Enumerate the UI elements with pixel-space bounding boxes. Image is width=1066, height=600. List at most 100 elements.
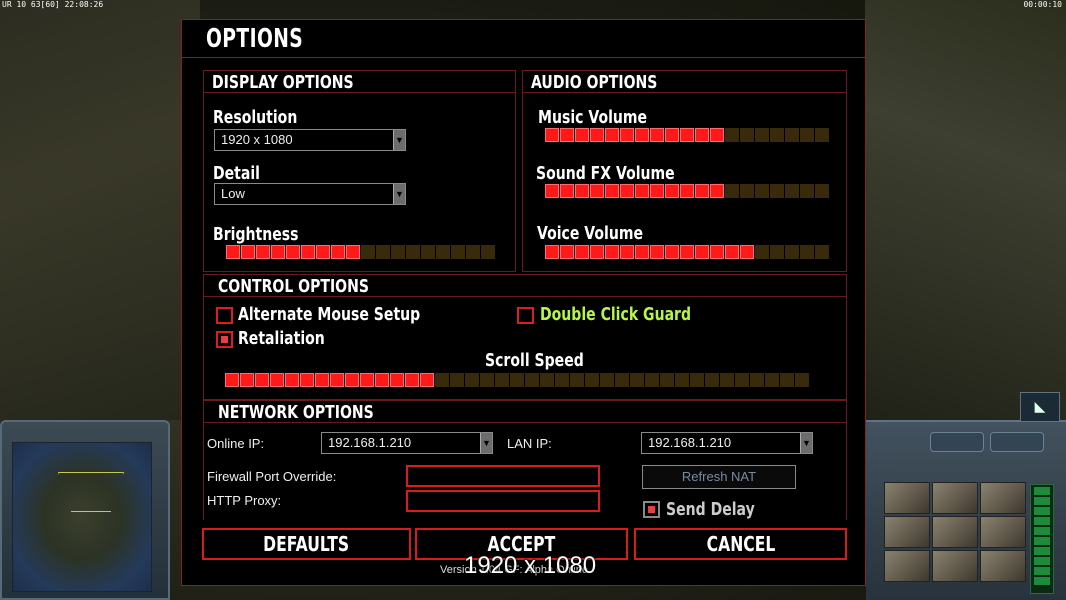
slider-segment[interactable] bbox=[405, 373, 419, 387]
slider-segment[interactable] bbox=[705, 373, 719, 387]
slider-segment[interactable] bbox=[800, 184, 814, 198]
slider-segment[interactable] bbox=[605, 128, 619, 142]
slider-segment[interactable] bbox=[301, 245, 315, 259]
slider-segment[interactable] bbox=[465, 373, 479, 387]
slider-segment[interactable] bbox=[695, 184, 709, 198]
slider-segment[interactable] bbox=[695, 128, 709, 142]
slider-segment[interactable] bbox=[770, 245, 784, 259]
slider-segment[interactable] bbox=[765, 373, 779, 387]
slider-segment[interactable] bbox=[665, 128, 679, 142]
slider-segment[interactable] bbox=[770, 128, 784, 142]
slider-segment[interactable] bbox=[680, 245, 694, 259]
unit-card[interactable] bbox=[932, 550, 978, 582]
slider-segment[interactable] bbox=[785, 128, 799, 142]
detail-select[interactable]: Low ▼ bbox=[214, 183, 406, 205]
slider-segment[interactable] bbox=[560, 245, 574, 259]
slider-segment[interactable] bbox=[271, 245, 285, 259]
slider-segment[interactable] bbox=[690, 373, 704, 387]
lan-ip-select[interactable]: 192.168.1.210 ▼ bbox=[641, 432, 813, 454]
slider-segment[interactable] bbox=[346, 245, 360, 259]
http-proxy-input[interactable] bbox=[406, 490, 600, 512]
slider-segment[interactable] bbox=[600, 373, 614, 387]
slider-segment[interactable] bbox=[545, 245, 559, 259]
slider-segment[interactable] bbox=[785, 245, 799, 259]
send-delay-checkbox[interactable] bbox=[643, 501, 660, 518]
slider-segment[interactable] bbox=[800, 128, 814, 142]
slider-segment[interactable] bbox=[466, 245, 480, 259]
retaliation-checkbox[interactable] bbox=[216, 331, 233, 348]
resolution-select[interactable]: 1920 x 1080 ▼ bbox=[214, 129, 406, 151]
slider-segment[interactable] bbox=[675, 373, 689, 387]
slider-segment[interactable] bbox=[780, 373, 794, 387]
slider-segment[interactable] bbox=[376, 245, 390, 259]
unit-card[interactable] bbox=[884, 482, 930, 514]
slider-segment[interactable] bbox=[755, 245, 769, 259]
slider-segment[interactable] bbox=[575, 128, 589, 142]
slider-segment[interactable] bbox=[665, 245, 679, 259]
slider-segment[interactable] bbox=[720, 373, 734, 387]
slider-segment[interactable] bbox=[575, 245, 589, 259]
slider-segment[interactable] bbox=[406, 245, 420, 259]
slider-segment[interactable] bbox=[605, 245, 619, 259]
unit-card[interactable] bbox=[884, 516, 930, 548]
slider-segment[interactable] bbox=[710, 245, 724, 259]
music-volume-slider[interactable] bbox=[545, 128, 829, 142]
unit-card[interactable] bbox=[980, 516, 1026, 548]
slider-segment[interactable] bbox=[361, 245, 375, 259]
chevron-down-icon[interactable] bbox=[930, 432, 984, 452]
double-click-guard-checkbox[interactable] bbox=[517, 307, 534, 324]
slider-segment[interactable] bbox=[590, 128, 604, 142]
slider-segment[interactable] bbox=[256, 245, 270, 259]
slider-segment[interactable] bbox=[615, 373, 629, 387]
slider-segment[interactable] bbox=[710, 128, 724, 142]
slider-segment[interactable] bbox=[635, 245, 649, 259]
slider-segment[interactable] bbox=[451, 245, 465, 259]
slider-segment[interactable] bbox=[545, 128, 559, 142]
slider-segment[interactable] bbox=[331, 245, 345, 259]
unit-card[interactable] bbox=[980, 482, 1026, 514]
online-ip-select[interactable]: 192.168.1.210 ▼ bbox=[321, 432, 493, 454]
slider-segment[interactable] bbox=[590, 245, 604, 259]
slider-segment[interactable] bbox=[560, 128, 574, 142]
cancel-button[interactable]: CANCEL bbox=[634, 528, 847, 560]
chevron-down-icon[interactable]: ▼ bbox=[393, 130, 405, 150]
slider-segment[interactable] bbox=[660, 373, 674, 387]
slider-segment[interactable] bbox=[555, 373, 569, 387]
slider-segment[interactable] bbox=[420, 373, 434, 387]
slider-segment[interactable] bbox=[360, 373, 374, 387]
slider-segment[interactable] bbox=[316, 245, 330, 259]
slider-segment[interactable] bbox=[750, 373, 764, 387]
slider-segment[interactable] bbox=[785, 184, 799, 198]
slider-segment[interactable] bbox=[391, 245, 405, 259]
slider-segment[interactable] bbox=[620, 245, 634, 259]
slider-segment[interactable] bbox=[815, 184, 829, 198]
slider-segment[interactable] bbox=[240, 373, 254, 387]
slider-segment[interactable] bbox=[590, 184, 604, 198]
slider-segment[interactable] bbox=[450, 373, 464, 387]
slider-segment[interactable] bbox=[680, 128, 694, 142]
slider-segment[interactable] bbox=[725, 128, 739, 142]
slider-segment[interactable] bbox=[710, 184, 724, 198]
slider-segment[interactable] bbox=[770, 184, 784, 198]
slider-segment[interactable] bbox=[525, 373, 539, 387]
chevron-down-icon[interactable]: ▼ bbox=[800, 433, 812, 453]
slider-segment[interactable] bbox=[545, 184, 559, 198]
slider-segment[interactable] bbox=[270, 373, 284, 387]
slider-segment[interactable] bbox=[315, 373, 329, 387]
chevron-down-icon[interactable]: ▼ bbox=[393, 184, 405, 204]
slider-segment[interactable] bbox=[630, 373, 644, 387]
radar-icon[interactable]: ◣ bbox=[1020, 392, 1060, 422]
unit-card[interactable] bbox=[884, 550, 930, 582]
refresh-nat-button[interactable]: Refresh NAT bbox=[642, 465, 796, 489]
slider-segment[interactable] bbox=[480, 373, 494, 387]
slider-segment[interactable] bbox=[241, 245, 255, 259]
slider-segment[interactable] bbox=[755, 128, 769, 142]
slider-segment[interactable] bbox=[635, 128, 649, 142]
slider-segment[interactable] bbox=[575, 184, 589, 198]
brightness-slider[interactable] bbox=[226, 245, 495, 259]
slider-segment[interactable] bbox=[795, 373, 809, 387]
minimap[interactable] bbox=[12, 442, 152, 592]
unit-card[interactable] bbox=[980, 550, 1026, 582]
slider-segment[interactable] bbox=[680, 184, 694, 198]
slider-segment[interactable] bbox=[436, 245, 450, 259]
